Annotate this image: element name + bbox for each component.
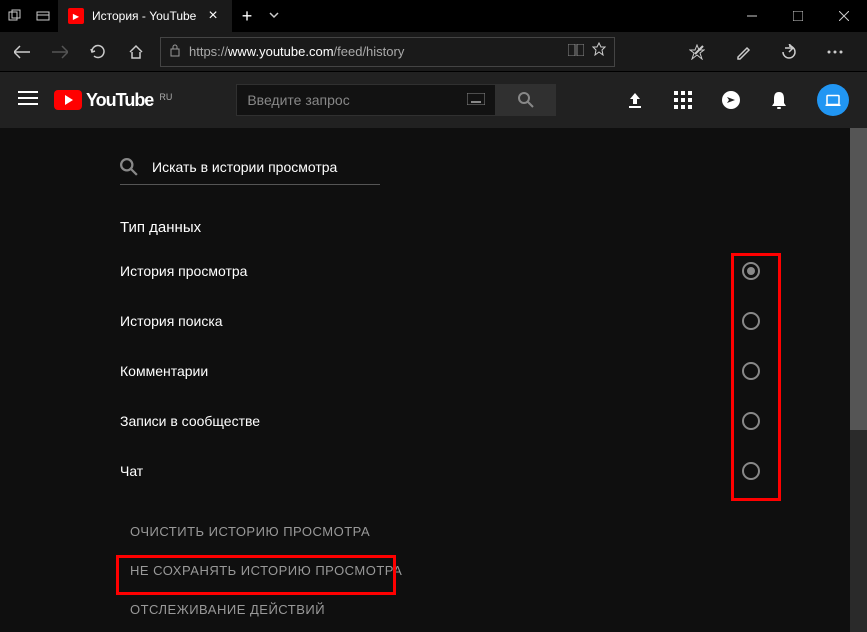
- radio-button[interactable]: [742, 312, 760, 330]
- radio-label: История поиска: [120, 313, 223, 329]
- favorite-icon[interactable]: [592, 42, 606, 61]
- keyboard-icon[interactable]: [467, 92, 485, 108]
- reading-view-icon[interactable]: [568, 43, 584, 61]
- more-button[interactable]: [821, 38, 849, 66]
- radio-row[interactable]: История просмотра: [120, 246, 760, 296]
- history-search-placeholder: Искать в истории просмотра: [152, 159, 337, 175]
- page-content: Искать в истории просмотра Тип данных Ис…: [0, 128, 850, 632]
- history-search-input[interactable]: Искать в истории просмотра: [120, 158, 380, 185]
- window-titlebar: История - YouTube × +: [0, 0, 867, 32]
- search-placeholder: Введите запрос: [247, 92, 349, 108]
- radio-row[interactable]: Чат: [120, 446, 760, 496]
- scrollbar[interactable]: [850, 128, 867, 632]
- youtube-header: YouTube RU Введите запрос: [0, 72, 867, 128]
- section-title: Тип данных: [120, 219, 850, 236]
- youtube-region: RU: [159, 92, 172, 102]
- browser-tab[interactable]: История - YouTube ×: [58, 0, 232, 32]
- upload-icon[interactable]: [625, 90, 645, 110]
- back-button[interactable]: [8, 38, 36, 66]
- history-type-list: История просмотра История поиска Коммент…: [120, 246, 760, 496]
- radio-row[interactable]: Записи в сообществе: [120, 396, 760, 446]
- youtube-logo-text: YouTube: [86, 90, 153, 111]
- pause-history-action[interactable]: НЕ СОХРАНЯТЬ ИСТОРИЮ ПРОСМОТРА: [120, 551, 850, 590]
- radio-label: История просмотра: [120, 263, 247, 279]
- action-list: ОЧИСТИТЬ ИСТОРИЮ ПРОСМОТРА НЕ СОХРАНЯТЬ …: [120, 512, 850, 629]
- messages-icon[interactable]: [721, 90, 741, 110]
- maximize-button[interactable]: [775, 0, 821, 32]
- radio-label: Комментарии: [120, 363, 208, 379]
- radio-button[interactable]: [742, 262, 760, 280]
- activity-tracking-action[interactable]: ОТСЛЕЖИВАНИЕ ДЕЙСТВИЙ: [120, 590, 850, 629]
- radio-button[interactable]: [742, 412, 760, 430]
- tab-title: История - YouTube: [92, 9, 196, 23]
- youtube-favicon: [68, 8, 84, 24]
- avatar[interactable]: [817, 84, 849, 116]
- tab-close-button[interactable]: ×: [204, 7, 221, 25]
- tabs-aside-icon[interactable]: [8, 9, 22, 23]
- minimize-button[interactable]: [729, 0, 775, 32]
- lock-icon: [169, 43, 181, 60]
- close-window-button[interactable]: [821, 0, 867, 32]
- youtube-logo[interactable]: YouTube RU: [54, 90, 172, 111]
- share-button[interactable]: [775, 38, 803, 66]
- search-box: Введите запрос: [236, 84, 556, 116]
- notes-button[interactable]: [729, 38, 757, 66]
- menu-button[interactable]: [18, 90, 38, 111]
- search-input[interactable]: Введите запрос: [236, 84, 496, 116]
- radio-button[interactable]: [742, 462, 760, 480]
- home-button[interactable]: [122, 38, 150, 66]
- refresh-button[interactable]: [84, 38, 112, 66]
- radio-button[interactable]: [742, 362, 760, 380]
- tab-menu-button[interactable]: [262, 9, 286, 24]
- youtube-logo-icon: [54, 90, 82, 110]
- radio-label: Записи в сообществе: [120, 413, 260, 429]
- apps-icon[interactable]: [673, 90, 693, 110]
- clear-history-action[interactable]: ОЧИСТИТЬ ИСТОРИЮ ПРОСМОТРА: [120, 512, 850, 551]
- notifications-icon[interactable]: [769, 90, 789, 110]
- search-icon: [120, 158, 138, 176]
- radio-row[interactable]: Комментарии: [120, 346, 760, 396]
- forward-button: [46, 38, 74, 66]
- url-input[interactable]: https://www.youtube.com/feed/history: [160, 37, 615, 67]
- tab-preview-icon[interactable]: [36, 9, 50, 23]
- address-bar: https://www.youtube.com/feed/history: [0, 32, 867, 72]
- new-tab-button[interactable]: +: [232, 6, 263, 27]
- url-text: https://www.youtube.com/feed/history: [189, 44, 560, 59]
- search-button[interactable]: [496, 84, 556, 116]
- radio-row[interactable]: История поиска: [120, 296, 760, 346]
- scrollbar-thumb[interactable]: [850, 128, 867, 430]
- radio-label: Чат: [120, 463, 143, 479]
- favorites-button[interactable]: [683, 38, 711, 66]
